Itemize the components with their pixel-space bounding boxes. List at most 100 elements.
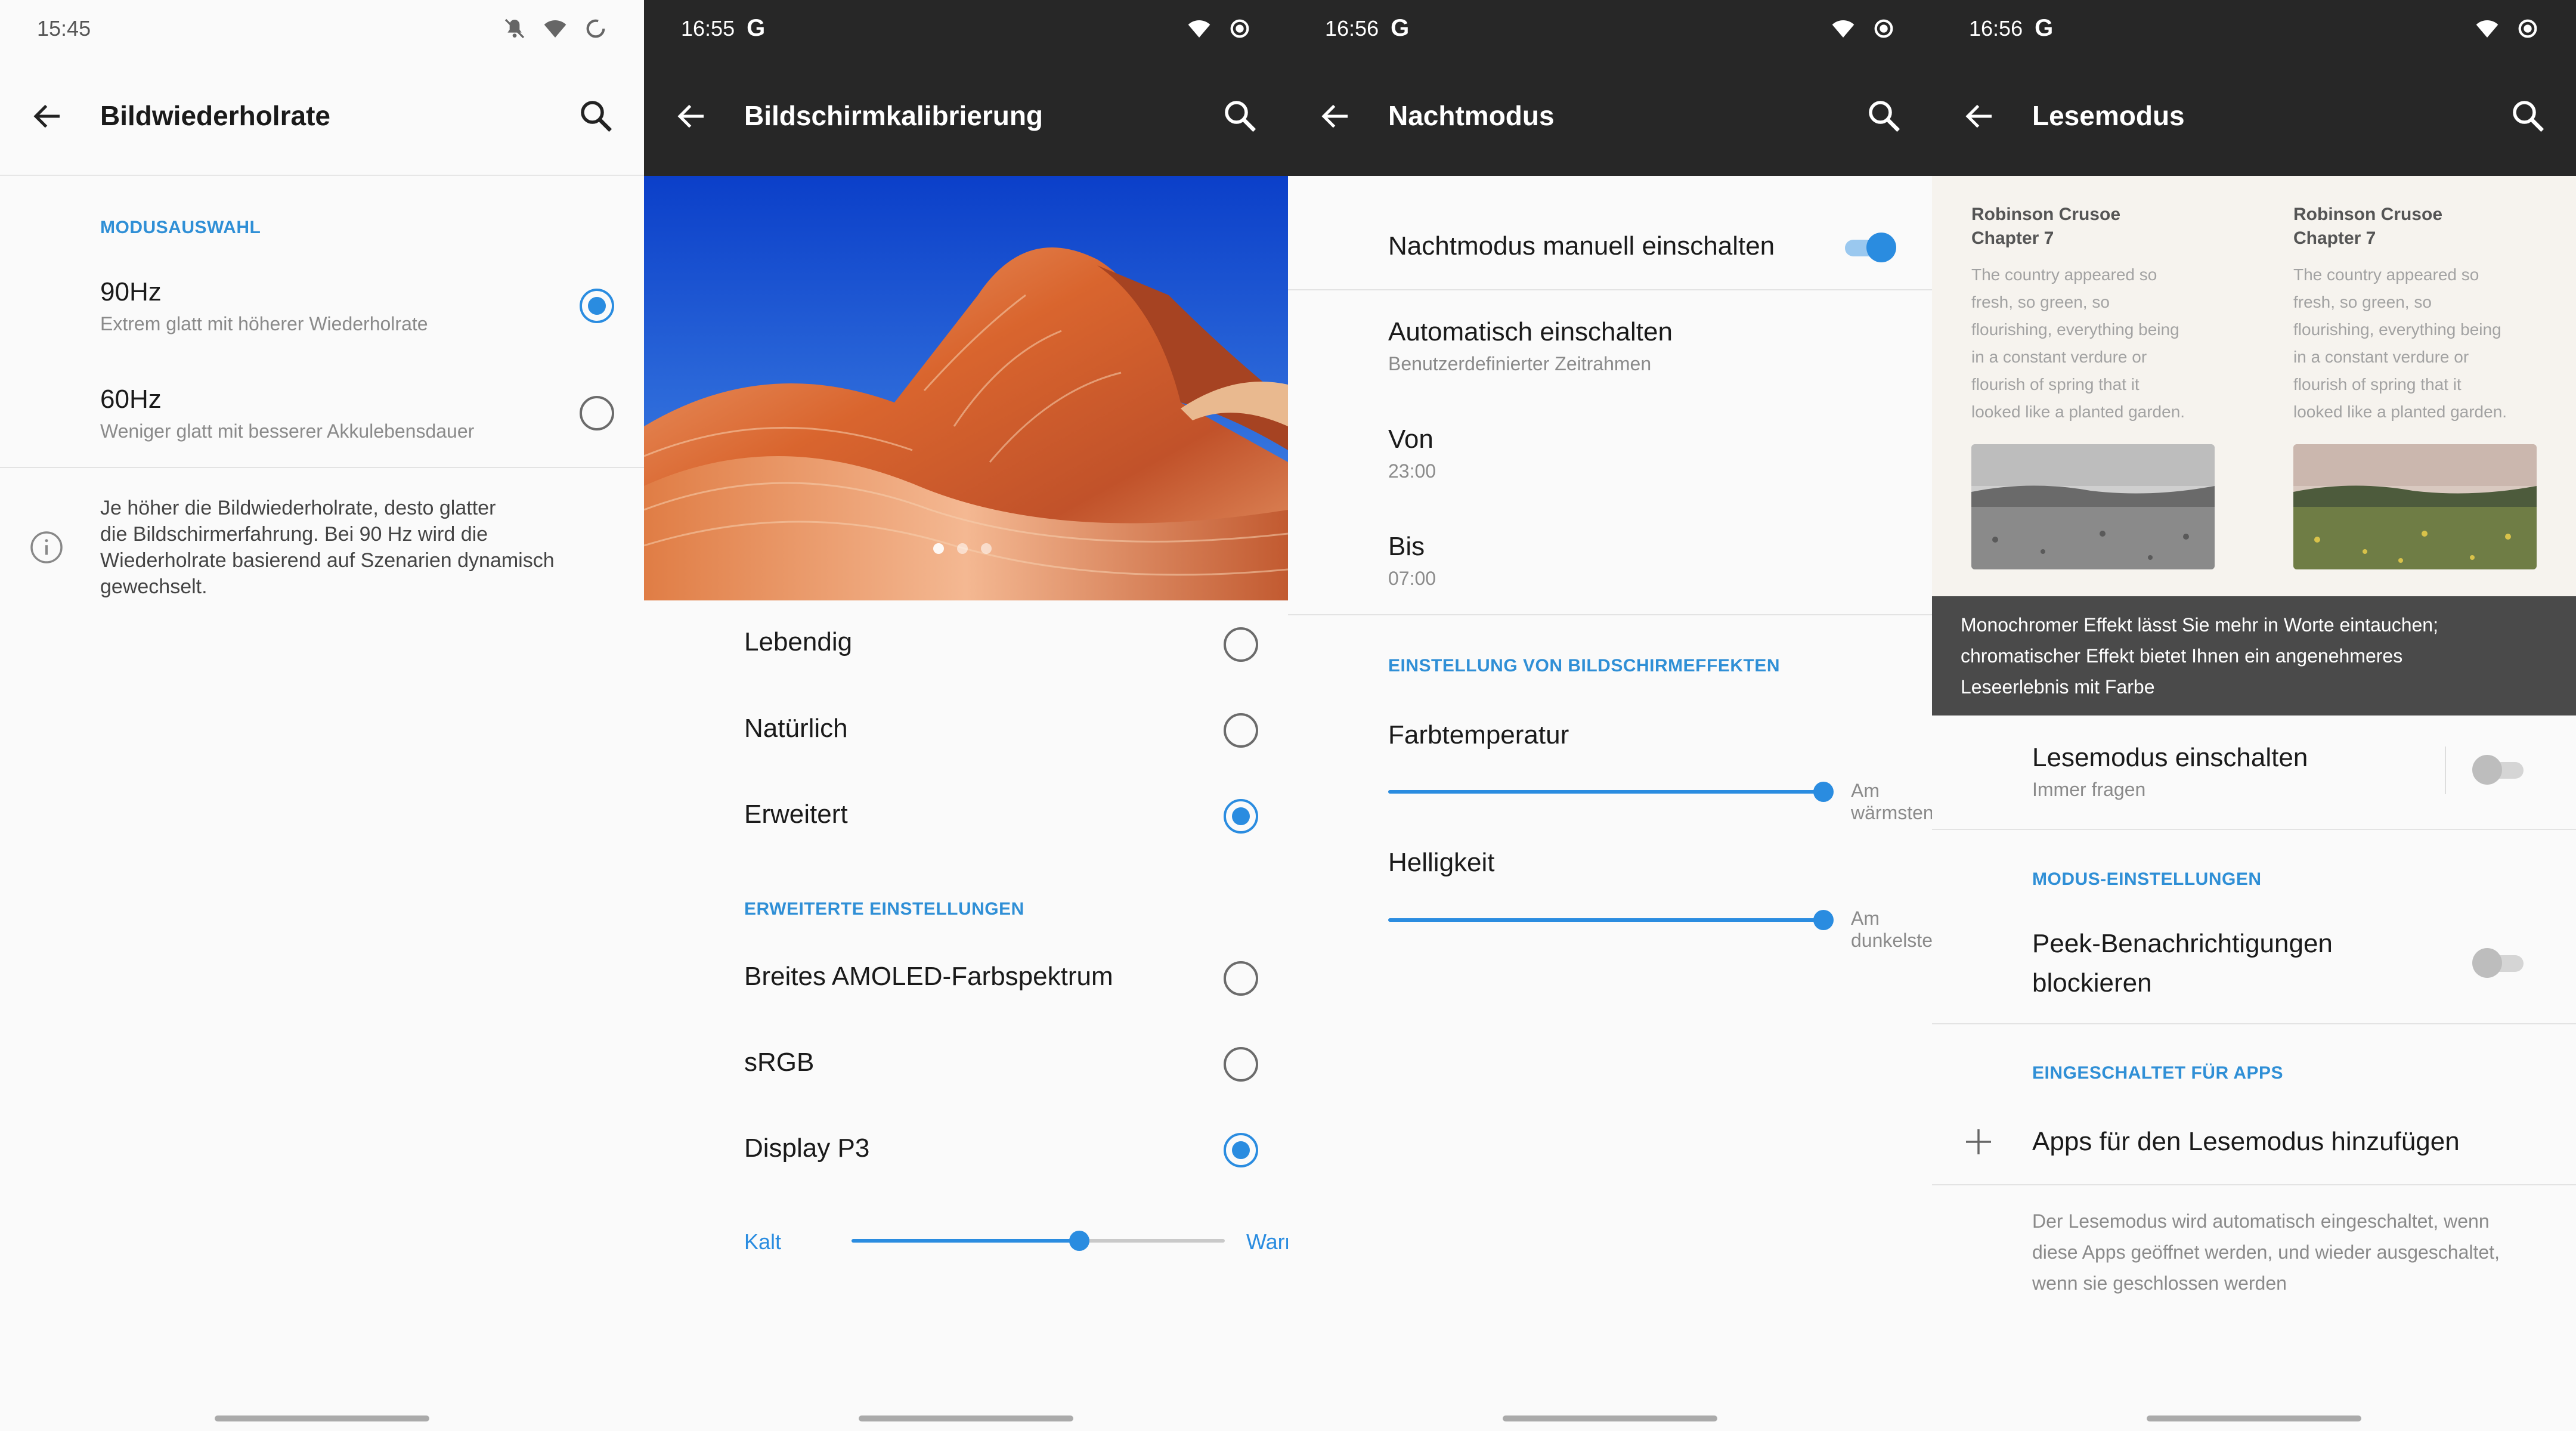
info-line: gewechselt. [100,575,208,598]
nav-handle[interactable] [1503,1415,1717,1421]
option-label: 60Hz [100,385,162,414]
peek-label-line1: Peek-Benachrichtigungen [2032,929,2333,958]
status-bar: 15:45 [0,0,644,57]
manual-night-toggle[interactable] [1841,233,1896,262]
app-bar: Lesemodus [1932,57,2576,176]
enable-sub: Immer fragen [2032,779,2146,800]
radio-90hz[interactable] [580,289,614,323]
tip-line: chromatischer Effekt bietet Ihnen ein an… [1961,645,2403,667]
book-text: The country appeared so fresh, so green,… [2293,261,2544,426]
manual-label: Nachtmodus manuell einschalten [1388,231,1775,261]
preview-image[interactable] [644,176,1288,600]
slider-label-cold: Kalt [744,1229,782,1254]
radio-natuerlich[interactable] [1224,713,1258,748]
book-preview-mono: Robinson Crusoe Chapter 7 The country ap… [1971,203,2222,569]
back-arrow-icon[interactable] [1962,98,1998,134]
auto-label: Automatisch einschalten [1388,317,1673,346]
status-time: 15:45 [37,16,91,41]
search-icon[interactable] [1220,96,1259,135]
carousel-dot[interactable] [981,543,992,554]
mode-label: Erweitert [744,800,848,829]
wifi-icon [1188,20,1210,38]
carousel-dot[interactable] [933,543,944,554]
slider-fill [1388,918,1823,922]
peek-label-line2: blockieren [2032,968,2152,998]
tip-line: Monochromer Effekt lässt Sie mehr in Wor… [1961,614,2438,636]
section-mode-settings: MODUS-EINSTELLUNGEN [2032,869,2262,889]
book-line: The country appeared so [2293,265,2479,284]
color-temperature-slider[interactable] [852,1231,1225,1251]
slider-fill [852,1239,1079,1243]
to-label: Bis [1388,532,1425,561]
add-apps-label: Apps für den Lesemodus hinzufügen [2032,1127,2460,1156]
to-value: 07:00 [1388,568,1436,589]
section-advanced: ERWEITERTE EINSTELLUNGEN [744,899,1024,919]
radio-srgb[interactable] [1224,1047,1258,1082]
adv-label: sRGB [744,1048,815,1077]
slider-thumb[interactable] [1813,782,1834,802]
radio-60hz[interactable] [580,396,614,430]
google-icon: G [1391,15,1410,41]
wifi-icon [1832,20,1854,38]
carousel-dot[interactable] [957,543,968,554]
status-bar: 16:56 G [1288,0,1932,57]
back-arrow-icon[interactable] [1318,98,1354,134]
slider-thumb[interactable] [1069,1231,1089,1251]
app-bar: Bildschirmkalibrierung [644,57,1288,176]
slider-fill [1388,790,1823,794]
radio-amoled[interactable] [1224,961,1258,996]
option-label: 90Hz [100,277,162,306]
nav-handle[interactable] [215,1415,429,1421]
section-mode-selection: MODUSAUSWAHL [100,218,261,237]
screen-calibration: 16:55 G Bildschirmkalibrierung Lebendig … [644,0,1288,1431]
wifi-icon [544,20,566,38]
info-icon [30,531,63,563]
radio-erweitert[interactable] [1224,799,1258,834]
info-line: die Bildschirmerfahrung. Bei 90 Hz wird … [100,523,488,546]
search-icon[interactable] [2508,96,2547,135]
temperature-end-label: Am wärmsten [1851,780,1932,823]
color-landscape-image [2293,444,2537,569]
mute-icon [504,18,525,39]
book-title: Robinson Crusoe [1971,205,2121,224]
status-bar: 16:55 G [644,0,1288,57]
google-icon: G [2035,15,2054,41]
book-line: fresh, so green, so [2293,293,2432,311]
screen-reading-mode: 16:56 G Lesemodus Robinson Crusoe Chapte… [1932,0,2576,1431]
footer-line: diese Apps geöffnet werden, und wieder a… [2032,1241,2500,1263]
book-line: flourish of spring that it [1971,375,2140,394]
nav-handle[interactable] [2147,1415,2361,1421]
search-icon[interactable] [1864,96,1903,135]
book-chapter: Chapter 7 [1971,228,2054,248]
footer-line: wenn sie geschlossen werden [2032,1272,2287,1294]
page-title: Bildwiederholrate [100,100,330,131]
radio-lebendig[interactable] [1224,627,1258,662]
battery-icon [2518,19,2537,38]
search-icon[interactable] [576,96,615,135]
from-label: Von [1388,425,1433,454]
nav-handle[interactable] [859,1415,1073,1421]
peek-toggle[interactable] [2472,948,2526,978]
book-title: Robinson Crusoe [2293,205,2443,224]
back-arrow-icon[interactable] [30,98,66,134]
auto-sub: Benutzerdefinierter Zeitrahmen [1388,353,1652,374]
temperature-label: Farbtemperatur [1388,720,1569,749]
back-arrow-icon[interactable] [674,98,710,134]
slider-thumb[interactable] [1813,910,1834,930]
page-title: Nachtmodus [1388,100,1555,131]
reading-mode-toggle[interactable] [2472,755,2526,785]
book-line: flourish of spring that it [2293,375,2462,394]
brightness-slider[interactable] [1388,910,1834,930]
wifi-icon [2476,20,2498,38]
reading-mode-footer: Der Lesemodus wird automatisch eingescha… [2032,1206,2500,1299]
radio-p3[interactable] [1224,1133,1258,1167]
landscape-picture [644,176,1288,600]
info-text: Je höher die Bildwiederholrate, desto gl… [100,495,555,600]
app-bar: Nachtmodus [1288,57,1932,176]
temperature-slider[interactable] [1388,782,1834,802]
mono-landscape-image [1971,444,2215,569]
battery-icon [1230,19,1249,38]
mode-label: Lebendig [744,627,853,656]
section-screen-effects: EINSTELLUNG VON BILDSCHIRMEFFEKTEN [1388,656,1781,676]
book-line: flourishing, everything being [2293,320,2501,339]
